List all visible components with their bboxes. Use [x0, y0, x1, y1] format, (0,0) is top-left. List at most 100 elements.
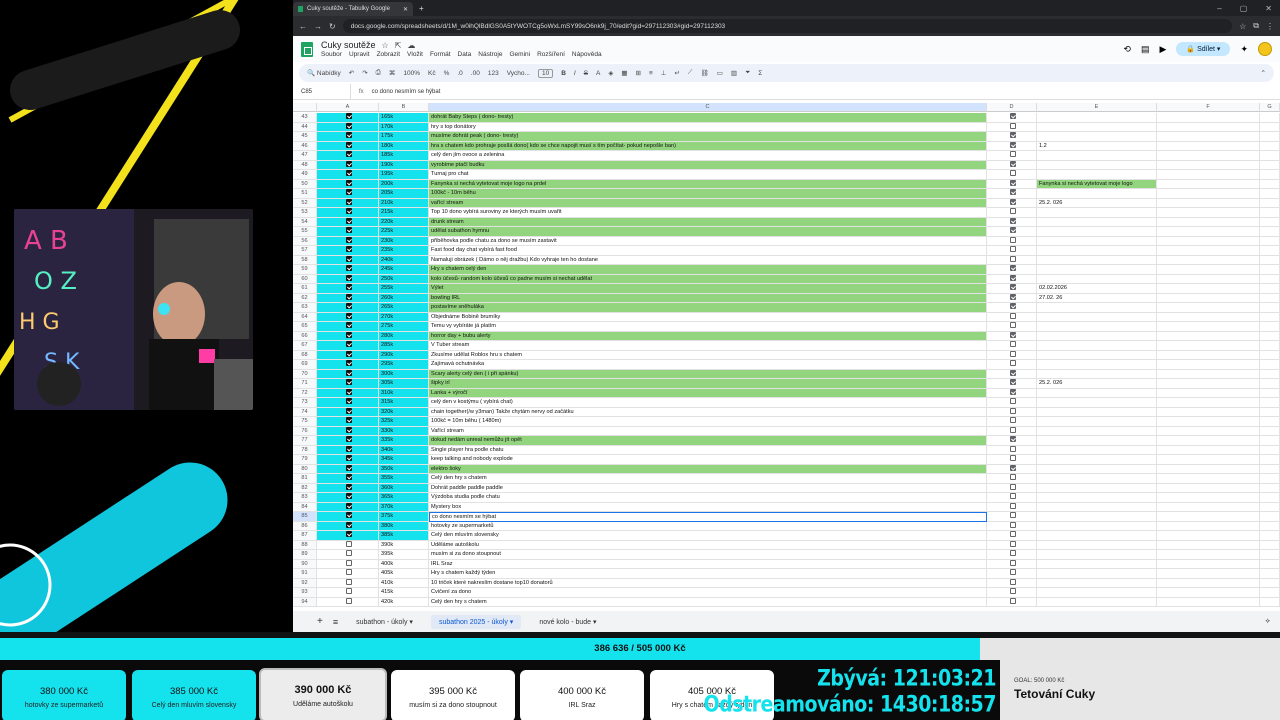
empty-cell[interactable] [1260, 455, 1280, 465]
redo-icon[interactable]: ↷ [362, 69, 367, 77]
close-tab-icon[interactable]: ✕ [403, 6, 408, 13]
task-cell[interactable]: co dono nesmím se hýbat [429, 512, 987, 522]
row-number[interactable]: 43 [293, 113, 317, 123]
task-cell[interactable]: celý den v kostýmu ( vybírá chat) [429, 398, 987, 408]
empty-cell[interactable] [1157, 236, 1260, 246]
checkbox[interactable] [345, 331, 352, 338]
checkbox[interactable] [1009, 189, 1016, 196]
row-number[interactable]: 54 [293, 217, 317, 227]
checkbox-cell-a[interactable] [317, 578, 379, 588]
checkbox-cell-a[interactable] [317, 236, 379, 246]
note-cell[interactable] [1037, 550, 1157, 560]
empty-cell[interactable] [1260, 388, 1280, 398]
checkbox[interactable] [345, 474, 352, 481]
task-cell[interactable]: Cvičení za dono [429, 588, 987, 598]
checkbox-cell-d[interactable] [987, 198, 1037, 208]
note-cell[interactable] [1037, 236, 1157, 246]
amount-cell[interactable]: 410k [379, 578, 429, 588]
task-cell[interactable]: Celý den hry s chatem [429, 597, 987, 607]
checkbox-cell-d[interactable] [987, 388, 1037, 398]
checkbox[interactable] [1009, 426, 1016, 433]
checkbox[interactable] [345, 407, 352, 414]
maximize-icon[interactable]: ▢ [1240, 4, 1248, 13]
empty-cell[interactable] [1260, 531, 1280, 541]
amount-cell[interactable]: 325k [379, 417, 429, 427]
checkbox[interactable] [1009, 417, 1016, 424]
checkbox[interactable] [1009, 512, 1016, 519]
checkbox-cell-a[interactable] [317, 170, 379, 180]
checkbox[interactable] [1009, 322, 1016, 329]
checkbox-cell-d[interactable] [987, 512, 1037, 522]
empty-cell[interactable] [1260, 236, 1280, 246]
checkbox-cell-a[interactable] [317, 512, 379, 522]
empty-cell[interactable] [1260, 502, 1280, 512]
italic-icon[interactable]: I [574, 70, 576, 77]
task-cell[interactable]: postavíme sněhuláka [429, 303, 987, 313]
select-all-corner[interactable] [293, 103, 317, 112]
task-cell[interactable]: Fanynka si nechá vytetovat moje logo na … [429, 179, 987, 189]
empty-cell[interactable] [1260, 274, 1280, 284]
task-cell[interactable]: Single player hra podle chatu [429, 445, 987, 455]
fill-color-icon[interactable]: ◈ [608, 69, 613, 77]
empty-cell[interactable] [1157, 379, 1260, 389]
task-cell[interactable]: Lanka + výročí [429, 388, 987, 398]
row-number[interactable]: 78 [293, 445, 317, 455]
checkbox-cell-a[interactable] [317, 540, 379, 550]
checkbox[interactable] [1009, 122, 1016, 129]
empty-cell[interactable] [1157, 227, 1260, 237]
checkbox[interactable] [1009, 588, 1016, 595]
browser-menu-icon[interactable]: ⋮ [1266, 22, 1274, 31]
empty-cell[interactable] [1157, 122, 1260, 132]
empty-cell[interactable] [1157, 502, 1260, 512]
checkbox[interactable] [1009, 198, 1016, 205]
note-cell[interactable] [1037, 398, 1157, 408]
sheet-tab-2[interactable]: nové kolo - bude ▾ [531, 615, 604, 629]
row-number[interactable]: 52 [293, 198, 317, 208]
checkbox-cell-a[interactable] [317, 417, 379, 427]
menu-napoveda[interactable]: Nápověda [572, 51, 602, 58]
amount-cell[interactable]: 165k [379, 113, 429, 123]
empty-cell[interactable] [1157, 398, 1260, 408]
empty-cell[interactable] [1157, 246, 1260, 256]
empty-cell[interactable] [1260, 445, 1280, 455]
bookmark-star-icon[interactable]: ☆ [1239, 22, 1246, 31]
empty-cell[interactable] [1260, 398, 1280, 408]
row-number[interactable]: 69 [293, 360, 317, 370]
checkbox[interactable] [345, 322, 352, 329]
checkbox-cell-d[interactable] [987, 208, 1037, 218]
menu-soubor[interactable]: Soubor [321, 51, 342, 58]
checkbox-cell-a[interactable] [317, 141, 379, 151]
checkbox-cell-d[interactable] [987, 436, 1037, 446]
checkbox-cell-d[interactable] [987, 122, 1037, 132]
empty-cell[interactable] [1260, 141, 1280, 151]
checkbox[interactable] [345, 160, 352, 167]
checkbox[interactable] [345, 198, 352, 205]
checkbox-cell-d[interactable] [987, 217, 1037, 227]
row-number[interactable]: 72 [293, 388, 317, 398]
empty-cell[interactable] [1260, 369, 1280, 379]
row-number[interactable]: 88 [293, 540, 317, 550]
note-cell[interactable] [1037, 246, 1157, 256]
empty-cell[interactable] [1260, 255, 1280, 265]
note-cell[interactable]: 25.2. 026 [1037, 379, 1157, 389]
task-cell[interactable]: Zajímavá ochutnávka [429, 360, 987, 370]
close-window-icon[interactable]: ✕ [1265, 4, 1272, 13]
checkbox[interactable] [1009, 208, 1016, 215]
empty-cell[interactable] [1157, 531, 1260, 541]
task-cell[interactable]: šipky irl [429, 379, 987, 389]
empty-cell[interactable] [1157, 208, 1260, 218]
task-cell[interactable]: 100kč - 10m běhu [429, 189, 987, 199]
cloud-status-icon[interactable]: ☁ [407, 41, 415, 50]
checkbox[interactable] [345, 369, 352, 376]
empty-cell[interactable] [1157, 455, 1260, 465]
row-number[interactable]: 60 [293, 274, 317, 284]
checkbox-cell-d[interactable] [987, 493, 1037, 503]
task-cell[interactable]: Objednáme Bobině brumíky [429, 312, 987, 322]
wrap-icon[interactable]: ↵ [674, 69, 679, 77]
note-cell[interactable] [1037, 493, 1157, 503]
checkbox-cell-a[interactable] [317, 322, 379, 332]
note-cell[interactable] [1037, 312, 1157, 322]
note-cell[interactable]: 27.02. 26 [1037, 293, 1157, 303]
empty-cell[interactable] [1260, 493, 1280, 503]
increase-decimal[interactable]: .00 [471, 70, 480, 77]
